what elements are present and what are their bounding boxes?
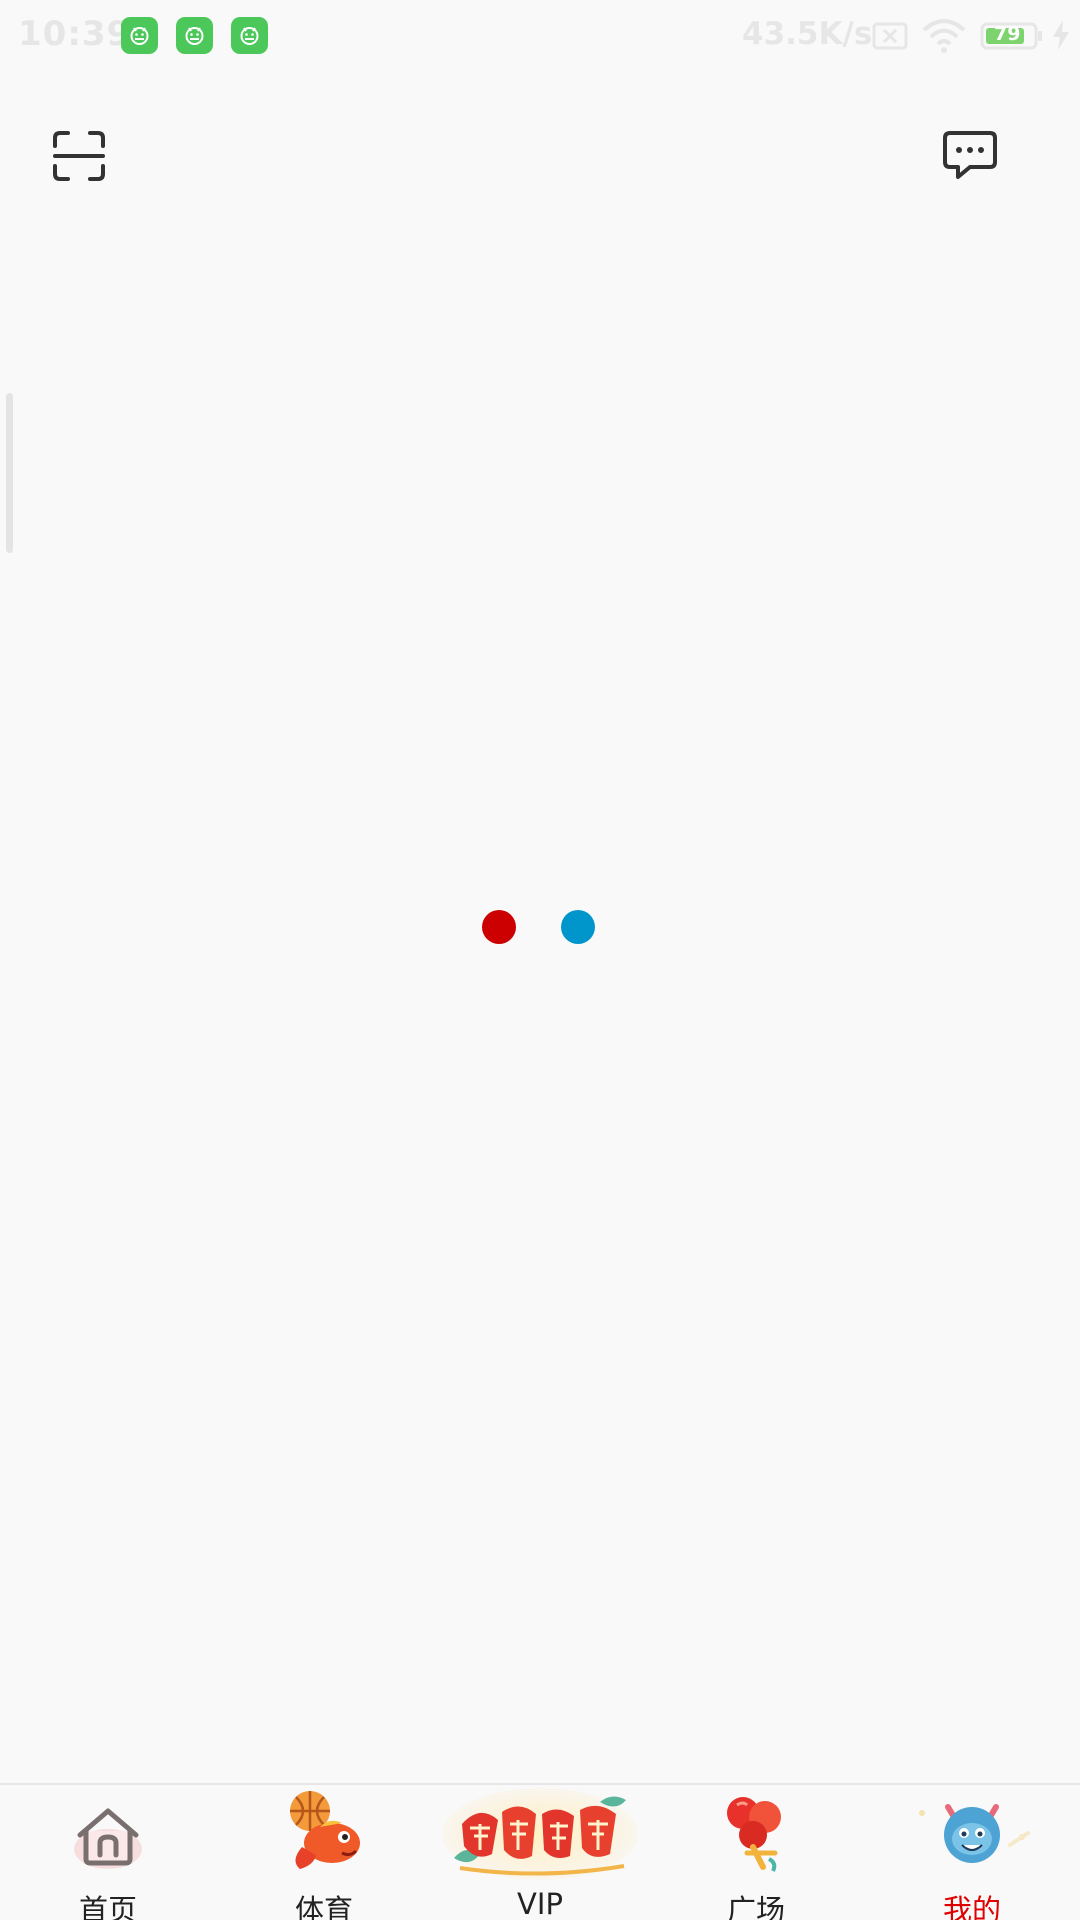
nav-label-vip: VIP (517, 1887, 563, 1920)
square-icon (727, 1797, 781, 1872)
vip-banner[interactable] (440, 1784, 640, 1884)
nav-item-square[interactable]: 广场 (692, 1785, 820, 1920)
nav-label-home: 首页 (78, 1893, 137, 1920)
nav-label-profile: 我的 (942, 1893, 1001, 1920)
android-app-icon (121, 17, 158, 54)
loading-dot (561, 910, 595, 944)
message-icon (943, 131, 997, 179)
home-icon (74, 1808, 142, 1869)
sports-icon (290, 1791, 360, 1869)
wifi-icon (922, 19, 966, 53)
app-screen: 10:39 43.5K/s 79 首页 体育 VIP 广场 我的 (0, 0, 1080, 1920)
nav-item-home[interactable]: 首页 (44, 1785, 172, 1920)
scan-icon (53, 131, 105, 181)
battery-level: 79 (994, 23, 1021, 45)
nav-item-profile[interactable]: 我的 (908, 1785, 1036, 1920)
battery-icon: 79 (980, 22, 1044, 50)
charging-icon (1053, 20, 1069, 50)
status-bar: 10:39 43.5K/s 79 (0, 0, 1080, 72)
scroll-indicator[interactable] (6, 393, 13, 553)
no-sim-icon (872, 22, 908, 50)
vip-banner-icon (442, 1788, 638, 1880)
message-button[interactable] (942, 130, 998, 180)
android-app-icon (231, 17, 268, 54)
nav-label-sports: 体育 (294, 1893, 353, 1920)
scan-button[interactable] (52, 130, 106, 182)
status-time: 10:39 (18, 14, 132, 54)
loading-dot (482, 910, 516, 944)
android-app-icon (176, 17, 213, 54)
profile-icon (919, 1804, 1030, 1863)
loading-indicator (482, 910, 600, 944)
nav-label-square: 广场 (726, 1893, 785, 1920)
network-speed: 43.5K/s (742, 16, 873, 52)
nav-item-sports[interactable]: 体育 (260, 1785, 388, 1920)
